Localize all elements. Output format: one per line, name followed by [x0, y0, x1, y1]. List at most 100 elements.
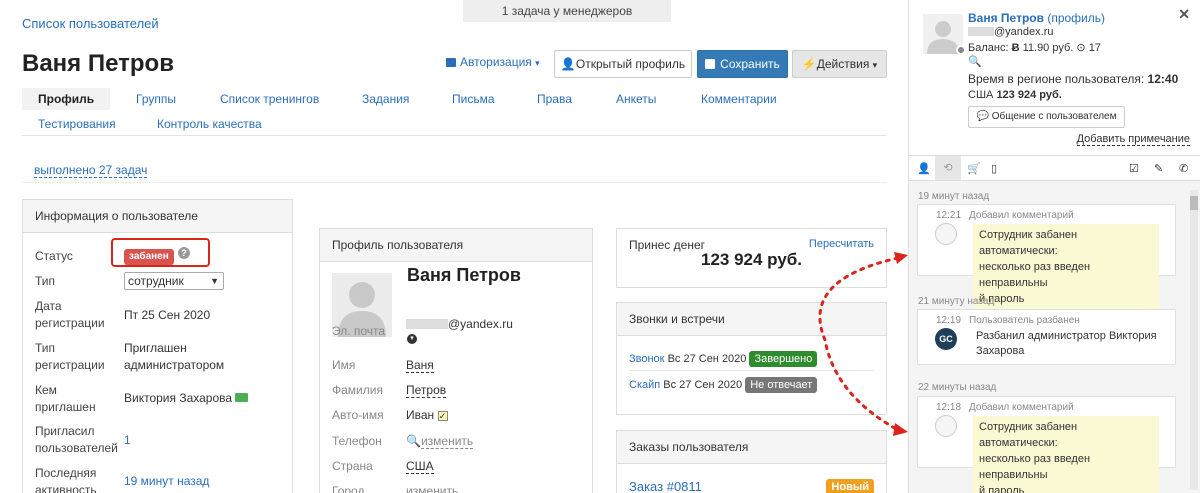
type-select[interactable]: сотрудник ▼ — [124, 272, 224, 290]
main-content: Список пользователей 1 задача у менеджер… — [0, 0, 908, 493]
phone-label: Телефон — [332, 434, 382, 448]
sidebar-balance: Баланс: Ƀ 11.90 руб. ⊙ 17 — [968, 42, 1101, 54]
reg-type-value: Приглашен администратором — [124, 341, 225, 372]
email-value: @yandex.ru — [406, 316, 513, 333]
completed-tasks-link[interactable]: выполнено 27 задач — [34, 163, 148, 178]
bolt-icon: ⚡ — [801, 57, 817, 71]
panel-title: Профиль пользователя — [320, 229, 592, 262]
currency-icon: Ƀ — [1011, 42, 1020, 54]
feed-time-ago: 22 минуты назад — [918, 382, 997, 393]
save-button[interactable]: Сохранить — [697, 50, 788, 78]
scrollbar[interactable] — [1190, 190, 1198, 490]
feed-comment: Сотрудник забанен автоматически: нескольк… — [973, 416, 1159, 493]
tab-tasks[interactable]: Задания — [346, 88, 425, 110]
feed-time-ago: 21 минуту назад — [918, 296, 995, 307]
close-icon[interactable]: ✕ — [1178, 6, 1190, 23]
reg-date-label: Дата регистрации — [35, 299, 105, 330]
order-link[interactable]: Заказ #0811 — [629, 479, 702, 493]
tab-questionnaires[interactable]: Анкеты — [600, 88, 672, 110]
tab-phone-icon[interactable]: ✆ — [1179, 162, 1188, 175]
sidebar-tabs: 👤 ⟲ 🛒 ▯ ☑ ✎ ✆ — [909, 155, 1200, 181]
avatar: GC — [935, 328, 957, 350]
page-title: Ваня Петров — [22, 50, 174, 77]
points-icon: ⊙ — [1076, 42, 1086, 54]
search-icon[interactable]: 🔍 — [968, 55, 982, 68]
sidebar-user-name: Ваня Петров (профиль) — [968, 10, 1105, 26]
tab-groups[interactable]: Группы — [120, 88, 192, 110]
last-name-label: Фамилия — [332, 383, 383, 397]
avatar — [935, 223, 957, 245]
first-name-label: Имя — [332, 358, 356, 372]
tab-edit-icon[interactable]: ✎ — [1154, 162, 1163, 175]
divider — [22, 182, 887, 183]
last-name-value[interactable]: Петров — [406, 382, 447, 399]
tab-trainings[interactable]: Список тренингов — [204, 88, 335, 110]
breadcrumb[interactable]: Список пользователей — [22, 16, 159, 31]
status-badge: забанен — [124, 248, 174, 265]
auth-dropdown[interactable]: Авторизация ▾ — [446, 55, 540, 69]
call-type-link[interactable]: Скайп — [629, 379, 660, 391]
country-value[interactable]: США — [406, 458, 434, 475]
status-label: Статус — [35, 249, 73, 263]
feed-time-ago: 19 минут назад — [918, 191, 990, 202]
auto-name-label: Авто-имя — [332, 408, 384, 422]
help-icon[interactable]: ? — [178, 247, 190, 259]
feed-item: 12:21 Добавил комментарий Сотрудник заба… — [917, 204, 1176, 310]
tab-mobile-icon[interactable]: ▯ — [991, 162, 997, 175]
feed-time: 12:18 — [936, 402, 962, 413]
avatar — [935, 415, 957, 437]
open-profile-button[interactable]: 👤Открытый профиль — [554, 50, 692, 78]
tab-rights[interactable]: Права — [521, 88, 588, 110]
first-name-value[interactable]: Ваня — [406, 357, 434, 374]
expand-icon[interactable]: ▾ — [407, 334, 417, 344]
save-icon — [705, 59, 716, 69]
feed-item: 12:19 GC Пользователь разбанен Разбанил … — [917, 309, 1176, 365]
feed-comment: Сотрудник забанен автоматически: нескольк… — [973, 224, 1159, 310]
feed-title: Добавил комментарий — [969, 402, 1074, 413]
tab-tasks-icon[interactable]: ☑ — [1129, 162, 1139, 175]
tab-history-icon[interactable]: ⟲ — [935, 156, 961, 180]
profile-link[interactable]: (профиль) — [1047, 11, 1105, 25]
tab-user-icon[interactable]: 👤 — [917, 162, 931, 175]
feed-title: Пользователь разбанен — [969, 315, 1080, 326]
country-label: Страна — [332, 459, 373, 473]
redacted-block — [406, 319, 448, 329]
tab-profile[interactable]: Профиль — [22, 88, 111, 110]
city-edit[interactable]: изменить — [406, 483, 459, 493]
manager-tasks-bar[interactable]: 1 задача у менеджеров — [463, 0, 671, 22]
actions-dropdown-button[interactable]: ⚡Действия ▾ — [792, 50, 887, 78]
feed-time: 12:19 — [936, 315, 962, 326]
tab-cart-icon[interactable]: 🛒 — [967, 162, 981, 175]
search-icon: 🔍 — [406, 434, 421, 448]
user-name-link[interactable]: Ваня Петров — [968, 11, 1044, 25]
reg-type-label: Тип регистрации — [35, 341, 105, 372]
last-activity-link[interactable]: 19 минут назад — [124, 473, 209, 490]
checkbox[interactable]: ✓ — [437, 411, 448, 421]
money-icon — [235, 393, 249, 402]
sidebar-email: @yandex.ru — [968, 26, 1053, 38]
order-status-badge: Новый — [826, 479, 874, 493]
feed-time: 12:21 — [936, 210, 962, 221]
city-label: Город — [332, 484, 365, 493]
phone-edit[interactable]: 🔍изменить — [406, 433, 474, 450]
tab-testing[interactable]: Тестирования — [22, 113, 132, 135]
profile-tabs: Профиль Группы Список тренингов Задания … — [22, 88, 887, 136]
feed-text: Разбанил администратор Виктория Захарова — [976, 330, 1157, 357]
tab-comments[interactable]: Комментарии — [685, 88, 793, 110]
call-type-link[interactable]: Звонок — [629, 353, 665, 365]
email-label: Эл. почта — [332, 324, 386, 338]
user-profile-panel: Профиль пользователя Ваня Петров Эл. поч… — [319, 228, 593, 493]
offline-status-dot — [956, 45, 966, 55]
user-icon: 👤 — [560, 57, 576, 71]
tab-quality-control[interactable]: Контроль качества — [141, 113, 278, 135]
chat-icon: 💬 — [976, 111, 989, 122]
profile-name: Ваня Петров — [407, 265, 521, 285]
tab-letters[interactable]: Письма — [436, 88, 511, 110]
chat-with-user-button[interactable]: 💬 Общение с пользователем — [968, 106, 1125, 128]
annotation-arrows — [818, 252, 908, 436]
add-note-link[interactable]: Добавить примечание — [1076, 133, 1190, 146]
invited-users-count-link[interactable]: 1 — [124, 432, 131, 449]
chevron-down-icon: ▼ — [210, 276, 219, 286]
panel-title: Информация о пользователе — [23, 200, 292, 233]
type-label: Тип — [35, 274, 56, 288]
